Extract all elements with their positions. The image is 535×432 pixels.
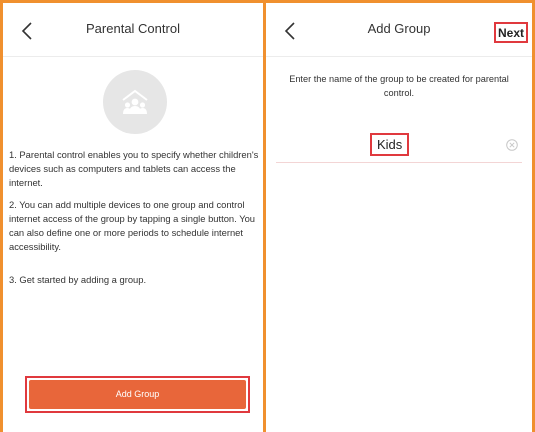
next-button[interactable]: Next <box>493 22 528 43</box>
instruction-text: Enter the name of the group to be create… <box>289 74 509 98</box>
intro-paragraph-2: 2. You can add multiple devices to one g… <box>9 199 256 252</box>
intro-paragraph-3: 3. Get started by adding a group. <box>9 274 147 285</box>
intro-paragraph-1: 1. Parental control enables you to speci… <box>9 149 259 188</box>
page-title: Parental Control <box>86 21 180 36</box>
header: Parental Control <box>3 3 263 57</box>
parental-control-screen: Parental Control 1. Parental control ena… <box>3 3 263 432</box>
page-title: Add Group <box>367 21 431 36</box>
header: Add Group Next <box>266 3 532 57</box>
add-group-highlight: Add Group <box>25 376 250 413</box>
clear-circle-icon[interactable] <box>506 139 518 151</box>
group-name-value[interactable]: Kids <box>370 133 410 156</box>
group-name-field[interactable]: Kids <box>276 130 522 163</box>
add-group-button[interactable]: Add Group <box>29 380 246 409</box>
group-house-icon <box>103 70 167 134</box>
add-group-screen: Add Group Next Enter the name of the gro… <box>266 3 532 432</box>
